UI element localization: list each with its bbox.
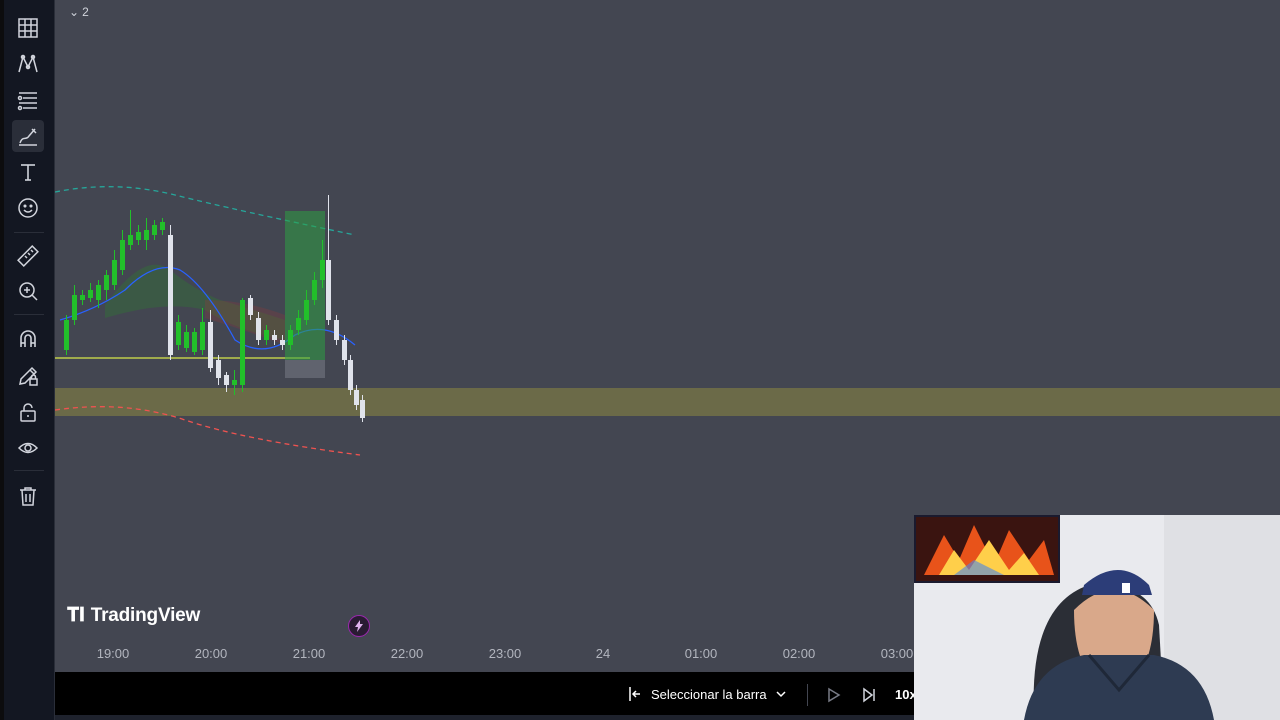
bullish-candle <box>88 290 93 298</box>
bullish-candle <box>72 295 77 320</box>
time-label: 02:00 <box>782 646 816 661</box>
trash-icon <box>20 487 36 506</box>
pattern-icon <box>18 54 38 73</box>
bullish-candle <box>144 230 149 240</box>
lock-icon <box>20 403 36 422</box>
brush-tool-button[interactable] <box>12 120 44 152</box>
tradingview-logo[interactable]: 𝐓𝐈 TradingView <box>67 605 200 627</box>
bearish-candle <box>168 235 173 355</box>
bullish-candle <box>312 280 317 300</box>
time-label: 23:00 <box>488 646 522 661</box>
bullish-candle <box>184 332 189 348</box>
bullish-candle <box>64 320 69 350</box>
bullish-candle <box>96 285 101 300</box>
toolbar-divider <box>14 470 44 471</box>
replay-divider <box>807 684 808 706</box>
step-forward-icon <box>863 687 875 703</box>
logo-text: TradingView <box>90 605 201 626</box>
play-button[interactable] <box>823 685 843 705</box>
bullish-candle <box>120 240 125 270</box>
bearish-candle <box>248 298 253 315</box>
drawing-toolbar <box>4 0 55 720</box>
bearish-candle <box>326 260 331 320</box>
chevron-down-icon <box>776 691 786 698</box>
eye-icon <box>17 442 39 454</box>
zoom-icon <box>19 282 38 301</box>
fib-icon <box>17 92 37 111</box>
bearish-candle <box>224 375 229 385</box>
bullish-candle <box>232 380 237 385</box>
tradingview-mark-icon: 𝐓𝐈 <box>67 605 85 626</box>
zoom-tool-button[interactable] <box>12 275 44 307</box>
webcam-overlay <box>914 515 1280 720</box>
bearish-candle <box>354 390 359 405</box>
grid-icon <box>18 18 38 38</box>
long-position-stop <box>285 360 325 378</box>
bullish-candle <box>152 225 157 235</box>
play-icon <box>828 687 841 703</box>
time-label: 01:00 <box>684 646 718 661</box>
emoji-icon <box>18 198 38 218</box>
time-label: 19:00 <box>96 646 130 661</box>
ruler-tool-button[interactable] <box>12 240 44 272</box>
time-label: 03:00 <box>880 646 914 661</box>
bearish-candle <box>348 360 353 390</box>
trash-tool-button[interactable] <box>12 480 44 512</box>
bearish-candle <box>256 318 261 340</box>
text-icon <box>21 164 35 181</box>
time-label: 21:00 <box>292 646 326 661</box>
lower-band-line <box>55 406 361 456</box>
select-bar-label: Seleccionar la barra <box>651 686 767 702</box>
bearish-candle <box>272 335 277 340</box>
bearish-candle <box>360 400 365 418</box>
stay-drawing-icon <box>19 366 38 386</box>
bullish-candle <box>296 318 301 330</box>
bullish-candle <box>288 330 293 345</box>
lightning-event-icon[interactable] <box>348 615 370 637</box>
bearish-candle <box>334 320 339 340</box>
time-label: 20:00 <box>194 646 228 661</box>
bearish-candle <box>342 340 347 360</box>
select-bar-dropdown[interactable]: Seleccionar la barra <box>627 686 787 702</box>
bullish-candle <box>304 300 309 320</box>
magnet-icon <box>20 330 36 347</box>
emoji-tool-button[interactable] <box>12 192 44 224</box>
grid-tool-button[interactable] <box>12 12 44 44</box>
eye-tool-button[interactable] <box>12 432 44 464</box>
toolbar-divider <box>14 314 44 315</box>
fib-tool-button[interactable] <box>12 84 44 116</box>
text-tool-button[interactable] <box>12 156 44 188</box>
brush-icon <box>19 128 37 146</box>
magnet-tool-button[interactable] <box>12 323 44 355</box>
toolbar-divider <box>14 232 44 233</box>
bullish-candle <box>200 322 205 350</box>
bullish-candle <box>80 295 85 300</box>
bullish-candle <box>136 232 141 240</box>
select-bar-icon <box>629 687 640 701</box>
time-label: 22:00 <box>390 646 424 661</box>
time-label: 24 <box>595 646 611 661</box>
bullish-candle <box>264 330 269 340</box>
bullish-candle <box>192 332 197 352</box>
lock-tool-button[interactable] <box>12 396 44 428</box>
pattern-tool-button[interactable] <box>12 48 44 80</box>
bearish-candle <box>208 322 213 368</box>
bearish-candle <box>216 360 221 378</box>
stay-drawing-tool-button[interactable] <box>12 360 44 392</box>
forward-button[interactable] <box>859 685 879 705</box>
bullish-candle <box>240 300 245 385</box>
ruler-icon <box>17 245 39 267</box>
webcam-image <box>914 515 1280 720</box>
bullish-candle <box>160 222 165 230</box>
bullish-candle <box>104 275 109 290</box>
bearish-candle <box>280 340 285 345</box>
bullish-candle <box>320 260 325 280</box>
bullish-candle <box>176 322 181 345</box>
bullish-candle <box>112 260 117 285</box>
bullish-candle <box>128 235 133 245</box>
